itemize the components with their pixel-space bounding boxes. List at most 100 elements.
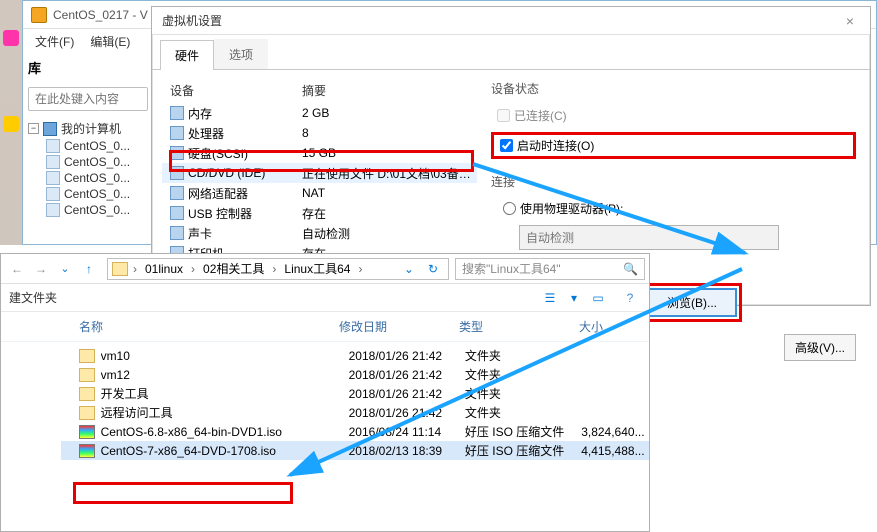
preview-pane-icon[interactable]: ▭ bbox=[587, 289, 609, 307]
breadcrumb[interactable]: › 01linux › 02相关工具 › Linux工具64 › ⌄ ↻ bbox=[107, 258, 449, 280]
nav-up-icon[interactable]: ↑ bbox=[77, 257, 101, 281]
vm-icon bbox=[46, 139, 60, 153]
menu-edit[interactable]: 编辑(E) bbox=[84, 31, 136, 52]
tree-vm-item[interactable]: CentOS_0... bbox=[28, 138, 146, 154]
file-date: 2016/08/24 11:14 bbox=[349, 425, 465, 439]
device-row[interactable]: 处理器8 bbox=[162, 123, 477, 143]
file-row[interactable]: vm102018/01/26 21:42文件夹 bbox=[61, 346, 649, 365]
file-date: 2018/01/26 21:42 bbox=[349, 368, 465, 382]
background-desktop-strip bbox=[0, 0, 22, 245]
new-folder-button[interactable]: 建文件夹 bbox=[9, 289, 57, 306]
library-search-input[interactable] bbox=[28, 87, 148, 111]
chevron-right-icon[interactable]: › bbox=[130, 262, 140, 276]
chevron-right-icon[interactable]: › bbox=[188, 262, 198, 276]
tree-item-label: CentOS_0... bbox=[64, 203, 130, 217]
file-date: 2018/01/26 21:42 bbox=[349, 406, 465, 420]
col-date[interactable]: 修改日期 bbox=[339, 318, 459, 335]
refresh-dropdown-icon[interactable]: ⌄ bbox=[398, 262, 420, 276]
advanced-button[interactable]: 高级(V)... bbox=[784, 334, 856, 361]
file-type: 文件夹 bbox=[465, 366, 581, 383]
file-date: 2018/02/13 18:39 bbox=[349, 444, 465, 458]
file-row[interactable]: vm122018/01/26 21:42文件夹 bbox=[61, 365, 649, 384]
nav-recent-icon[interactable]: ⌄ bbox=[53, 257, 77, 281]
device-icon bbox=[170, 106, 184, 120]
help-icon[interactable]: ? bbox=[619, 289, 641, 307]
file-row[interactable]: CentOS-7-x86_64-DVD-1708.iso2018/02/13 1… bbox=[61, 441, 649, 460]
crumb-2[interactable]: 02相关工具 bbox=[200, 260, 267, 277]
close-icon[interactable]: × bbox=[840, 13, 860, 29]
search-icon[interactable]: 🔍 bbox=[623, 262, 638, 276]
folder-icon bbox=[79, 406, 95, 420]
device-row[interactable]: USB 控制器存在 bbox=[162, 203, 477, 223]
device-row[interactable]: 内存2 GB bbox=[162, 103, 477, 123]
file-date: 2018/01/26 21:42 bbox=[349, 349, 465, 363]
crumb-1[interactable]: 01linux bbox=[142, 262, 186, 276]
device-icon bbox=[170, 126, 184, 140]
settings-titlebar[interactable]: 虚拟机设置 × bbox=[152, 7, 870, 35]
use-physical-radio[interactable] bbox=[503, 202, 516, 215]
tree-item-label: CentOS_0... bbox=[64, 155, 130, 169]
file-row[interactable]: 开发工具2018/01/26 21:42文件夹 bbox=[61, 384, 649, 403]
search-placeholder: 搜索"Linux工具64" bbox=[462, 260, 561, 277]
file-type: 好压 ISO 压缩文件 bbox=[465, 442, 581, 459]
connected-checkbox bbox=[497, 109, 510, 122]
device-name: 内存 bbox=[188, 105, 302, 122]
file-list: vm102018/01/26 21:42文件夹vm122018/01/26 21… bbox=[1, 342, 649, 460]
tree-vm-item[interactable]: CentOS_0... bbox=[28, 170, 146, 186]
file-type: 好压 ISO 压缩文件 bbox=[465, 423, 581, 440]
tree-vm-item[interactable]: CentOS_0... bbox=[28, 154, 146, 170]
tree-collapse-icon[interactable]: − bbox=[28, 123, 39, 134]
physical-drive-combo[interactable]: 自动检测 bbox=[519, 225, 779, 250]
col-size[interactable]: 大小 bbox=[579, 318, 649, 335]
device-name: USB 控制器 bbox=[188, 205, 302, 222]
crumb-3[interactable]: Linux工具64 bbox=[281, 260, 353, 277]
device-list-header: 设备 摘要 bbox=[162, 78, 477, 103]
file-row[interactable]: 远程访问工具2018/01/26 21:42文件夹 bbox=[61, 403, 649, 422]
folder-icon bbox=[112, 262, 128, 276]
folder-icon bbox=[79, 368, 95, 382]
device-row[interactable]: 网络适配器NAT bbox=[162, 183, 477, 203]
connect-poweron-highlight: 启动时连接(O) bbox=[491, 132, 856, 159]
nav-back-icon[interactable]: ← bbox=[5, 257, 29, 281]
device-row[interactable]: 硬盘(SCSI)15 GB bbox=[162, 143, 477, 163]
file-row[interactable]: CentOS-6.8-x86_64-bin-DVD1.iso2016/08/24… bbox=[61, 422, 649, 441]
device-row[interactable]: CD/DVD (IDE)正在使用文件 D:\01文档\03备课\01l... bbox=[162, 163, 477, 183]
desktop-icon bbox=[3, 30, 19, 46]
tree-vm-item[interactable]: CentOS_0... bbox=[28, 202, 146, 218]
chevron-right-icon[interactable]: › bbox=[269, 262, 279, 276]
tree-vm-item[interactable]: CentOS_0... bbox=[28, 186, 146, 202]
view-mode-icon[interactable]: ☰ bbox=[539, 289, 561, 307]
connect-poweron-checkbox[interactable] bbox=[500, 137, 513, 154]
connected-label: 已连接(C) bbox=[514, 107, 567, 124]
tree-root[interactable]: − 我的计算机 bbox=[28, 119, 146, 138]
vm-icon bbox=[46, 155, 60, 169]
device-row[interactable]: 声卡自动检测 bbox=[162, 223, 477, 243]
browse-button[interactable]: 浏览(B)... bbox=[647, 288, 737, 317]
tree-root-label: 我的计算机 bbox=[61, 120, 121, 137]
menu-file[interactable]: 文件(F) bbox=[29, 31, 80, 52]
device-name: CD/DVD (IDE) bbox=[188, 166, 302, 180]
file-name: CentOS-6.8-x86_64-bin-DVD1.iso bbox=[101, 425, 349, 439]
device-icon bbox=[170, 166, 184, 180]
view-mode-dropdown-icon[interactable]: ▾ bbox=[571, 291, 577, 305]
file-size: 4,415,488... bbox=[581, 444, 649, 458]
file-name: CentOS-7-x86_64-DVD-1708.iso bbox=[101, 444, 349, 458]
explorer-search[interactable]: 搜索"Linux工具64" 🔍 bbox=[455, 258, 645, 280]
device-summary: NAT bbox=[302, 186, 477, 200]
tree-item-label: CentOS_0... bbox=[64, 187, 130, 201]
nav-forward-icon: → bbox=[29, 257, 53, 281]
tab-options[interactable]: 选项 bbox=[214, 39, 268, 69]
file-name: 远程访问工具 bbox=[101, 404, 349, 421]
chevron-right-icon[interactable]: › bbox=[355, 262, 365, 276]
use-physical-radio-row[interactable]: 使用物理驱动器(P): bbox=[491, 198, 856, 219]
explorer-toolbar: 建文件夹 ☰ ▾ ▭ ? bbox=[1, 284, 649, 312]
device-summary: 自动检测 bbox=[302, 225, 477, 242]
device-icon bbox=[170, 186, 184, 200]
col-type[interactable]: 类型 bbox=[459, 318, 579, 335]
refresh-icon[interactable]: ↻ bbox=[422, 262, 444, 276]
col-name[interactable]: 名称 bbox=[79, 318, 339, 335]
column-headers: 名称 修改日期 类型 大小 bbox=[1, 312, 649, 342]
device-summary: 8 bbox=[302, 126, 477, 140]
vm-icon bbox=[46, 187, 60, 201]
tab-hardware[interactable]: 硬件 bbox=[160, 40, 214, 70]
